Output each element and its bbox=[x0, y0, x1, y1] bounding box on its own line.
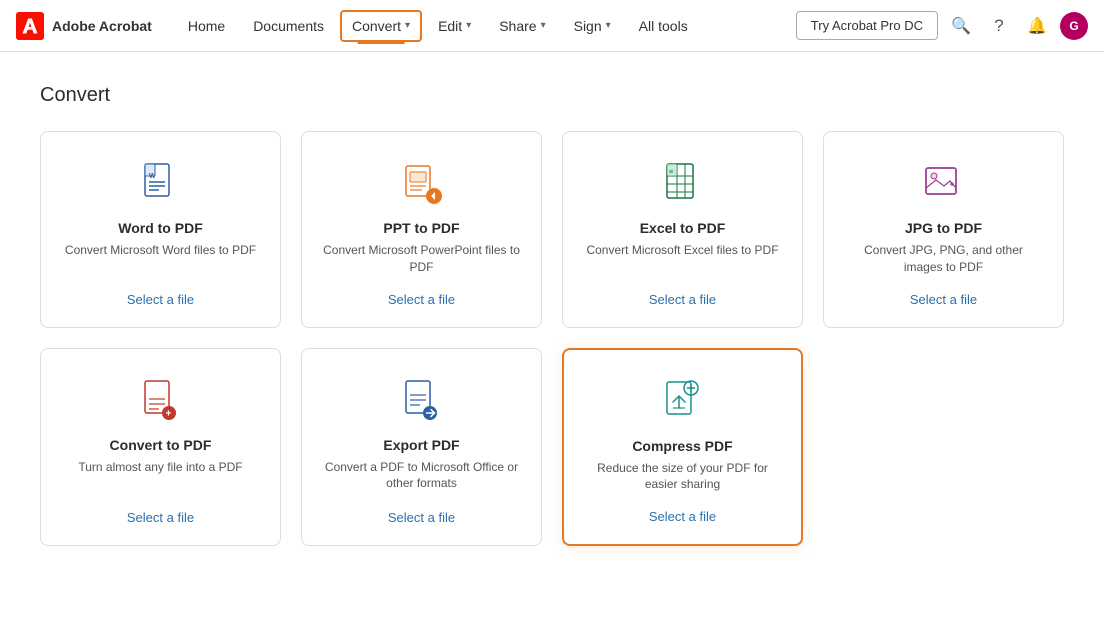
bell-icon: 🔔 bbox=[1027, 16, 1047, 36]
jpg-to-pdf-title: JPG to PDF bbox=[905, 220, 982, 236]
nav-item-documents[interactable]: Documents bbox=[241, 10, 336, 42]
compress-pdf-title: Compress PDF bbox=[632, 438, 732, 454]
search-icon: 🔍 bbox=[951, 16, 971, 36]
notification-button[interactable]: 🔔 bbox=[1022, 11, 1052, 41]
page-title: Convert bbox=[40, 84, 1064, 107]
logo-text: Adobe Acrobat bbox=[52, 18, 152, 34]
main-nav: Home Documents Convert ▾ Edit ▾ Share ▾ … bbox=[176, 10, 796, 42]
jpg-to-pdf-icon bbox=[920, 160, 968, 208]
word-to-pdf-icon: W bbox=[137, 160, 185, 208]
cards-row-2: + Convert to PDF Turn almost any file in… bbox=[40, 348, 1064, 547]
help-icon: ? bbox=[994, 16, 1003, 36]
adobe-logo-icon bbox=[16, 12, 44, 40]
convert-to-pdf-card[interactable]: + Convert to PDF Turn almost any file in… bbox=[40, 348, 281, 547]
export-pdf-link[interactable]: Select a file bbox=[388, 510, 455, 525]
jpg-to-pdf-link[interactable]: Select a file bbox=[910, 292, 977, 307]
excel-to-pdf-link[interactable]: Select a file bbox=[649, 292, 716, 307]
nav-item-edit[interactable]: Edit ▾ bbox=[426, 10, 483, 42]
main-content: Convert W Word to PDF Convert Microsoft … bbox=[0, 52, 1104, 578]
excel-to-pdf-icon: ≡ bbox=[659, 160, 707, 208]
share-chevron-icon: ▾ bbox=[541, 20, 546, 31]
search-button[interactable]: 🔍 bbox=[946, 11, 976, 41]
excel-to-pdf-desc: Convert Microsoft Excel files to PDF bbox=[586, 242, 778, 276]
logo-area[interactable]: Adobe Acrobat bbox=[16, 12, 152, 40]
export-pdf-card[interactable]: Export PDF Convert a PDF to Microsoft Of… bbox=[301, 348, 542, 547]
avatar[interactable]: G bbox=[1060, 12, 1088, 40]
cards-row-1: W Word to PDF Convert Microsoft Word fil… bbox=[40, 131, 1064, 328]
ppt-to-pdf-desc: Convert Microsoft PowerPoint files to PD… bbox=[322, 242, 521, 276]
compress-pdf-link[interactable]: Select a file bbox=[649, 509, 716, 524]
jpg-to-pdf-card[interactable]: JPG to PDF Convert JPG, PNG, and other i… bbox=[823, 131, 1064, 328]
excel-to-pdf-card[interactable]: ≡ Excel to PDF Convert Microsoft Excel f… bbox=[562, 131, 803, 328]
header-right: Try Acrobat Pro DC 🔍 ? 🔔 G bbox=[796, 11, 1088, 41]
compress-pdf-icon bbox=[659, 378, 707, 426]
ppt-to-pdf-icon bbox=[398, 160, 446, 208]
svg-text:+: + bbox=[165, 408, 171, 419]
ppt-to-pdf-title: PPT to PDF bbox=[383, 220, 459, 236]
jpg-to-pdf-desc: Convert JPG, PNG, and other images to PD… bbox=[844, 242, 1043, 276]
help-button[interactable]: ? bbox=[984, 11, 1014, 41]
word-to-pdf-card[interactable]: W Word to PDF Convert Microsoft Word fil… bbox=[40, 131, 281, 328]
svg-text:≡: ≡ bbox=[669, 169, 673, 176]
convert-chevron-icon: ▾ bbox=[405, 20, 410, 31]
nav-item-home[interactable]: Home bbox=[176, 10, 237, 42]
export-pdf-desc: Convert a PDF to Microsoft Office or oth… bbox=[322, 459, 521, 495]
try-acrobat-button[interactable]: Try Acrobat Pro DC bbox=[796, 11, 938, 40]
nav-item-convert[interactable]: Convert ▾ bbox=[340, 10, 422, 42]
svg-text:W: W bbox=[149, 173, 156, 180]
export-pdf-icon bbox=[398, 377, 446, 425]
nav-item-sign[interactable]: Sign ▾ bbox=[562, 10, 623, 42]
nav-item-share[interactable]: Share ▾ bbox=[487, 10, 557, 42]
compress-pdf-desc: Reduce the size of your PDF for easier s… bbox=[584, 460, 781, 494]
excel-to-pdf-title: Excel to PDF bbox=[640, 220, 726, 236]
compress-pdf-card[interactable]: Compress PDF Reduce the size of your PDF… bbox=[562, 348, 803, 547]
sign-chevron-icon: ▾ bbox=[606, 20, 611, 31]
word-to-pdf-title: Word to PDF bbox=[118, 220, 203, 236]
edit-chevron-icon: ▾ bbox=[466, 20, 471, 31]
convert-to-pdf-icon: + bbox=[137, 377, 185, 425]
word-to-pdf-link[interactable]: Select a file bbox=[127, 292, 194, 307]
convert-to-pdf-title: Convert to PDF bbox=[110, 437, 212, 453]
word-to-pdf-desc: Convert Microsoft Word files to PDF bbox=[65, 242, 256, 276]
empty-card bbox=[823, 348, 1064, 547]
ppt-to-pdf-card[interactable]: PPT to PDF Convert Microsoft PowerPoint … bbox=[301, 131, 542, 328]
header: Adobe Acrobat Home Documents Convert ▾ E… bbox=[0, 0, 1104, 52]
convert-to-pdf-link[interactable]: Select a file bbox=[127, 510, 194, 525]
nav-item-alltools[interactable]: All tools bbox=[627, 10, 700, 42]
ppt-to-pdf-link[interactable]: Select a file bbox=[388, 292, 455, 307]
export-pdf-title: Export PDF bbox=[383, 437, 459, 453]
convert-to-pdf-desc: Turn almost any file into a PDF bbox=[78, 459, 242, 495]
